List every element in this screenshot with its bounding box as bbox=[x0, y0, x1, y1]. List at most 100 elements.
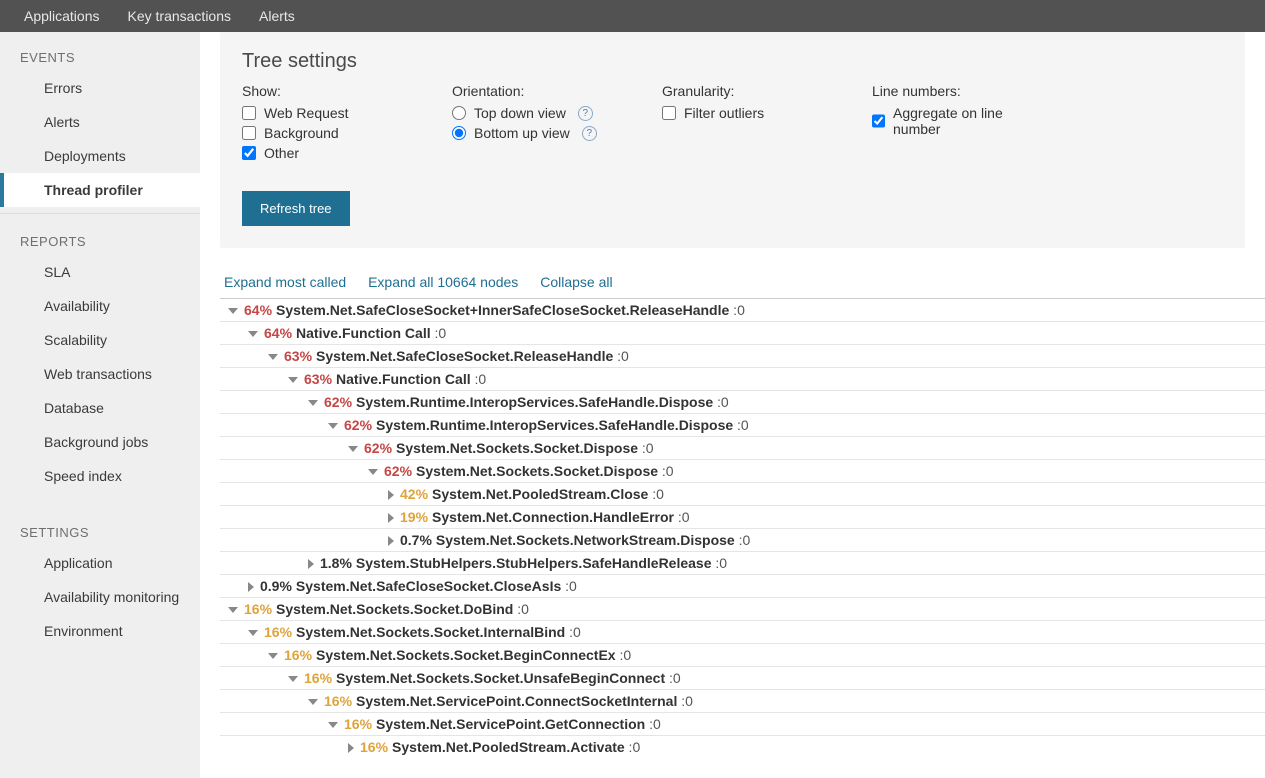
tree-row[interactable]: 16%System.Net.Sockets.Socket.InternalBin… bbox=[220, 620, 1265, 643]
sidebar-item-background-jobs[interactable]: Background jobs bbox=[0, 425, 200, 459]
filter-outliers-checkbox[interactable] bbox=[662, 106, 676, 120]
tree-row[interactable]: 16%System.Net.PooledStream.Activate :0 bbox=[220, 735, 1265, 758]
show-option-background[interactable]: Background bbox=[242, 125, 392, 141]
show-option-other[interactable]: Other bbox=[242, 145, 392, 161]
collapse-icon[interactable] bbox=[368, 469, 378, 475]
tree-row[interactable]: 64%Native.Function Call :0 bbox=[220, 321, 1265, 344]
orientation-option-top-down-view[interactable]: Top down view? bbox=[452, 105, 602, 121]
refresh-tree-button[interactable]: Refresh tree bbox=[242, 191, 350, 226]
show-checkbox[interactable] bbox=[242, 126, 256, 140]
tree-row[interactable]: 16%System.Net.Sockets.Socket.BeginConnec… bbox=[220, 643, 1265, 666]
help-icon[interactable]: ? bbox=[582, 126, 597, 141]
sidebar-item-deployments[interactable]: Deployments bbox=[0, 139, 200, 173]
tree-row[interactable]: 63%System.Net.SafeCloseSocket.ReleaseHan… bbox=[220, 344, 1265, 367]
tree-node-suffix: :0 bbox=[733, 417, 749, 433]
help-icon[interactable]: ? bbox=[578, 106, 593, 121]
orientation-radio[interactable] bbox=[452, 106, 466, 120]
expand-all-link[interactable]: Expand all 10664 nodes bbox=[368, 274, 518, 290]
expand-icon[interactable] bbox=[388, 490, 394, 500]
collapse-icon[interactable] bbox=[288, 377, 298, 383]
collapse-icon[interactable] bbox=[288, 676, 298, 682]
tree-row[interactable]: 16%System.Net.ServicePoint.GetConnection… bbox=[220, 712, 1265, 735]
orientation-radio[interactable] bbox=[452, 126, 466, 140]
tree-node-name: Native.Function Call bbox=[336, 371, 471, 387]
tree-row[interactable]: 19%System.Net.Connection.HandleError :0 bbox=[220, 505, 1265, 528]
topnav-item-alerts[interactable]: Alerts bbox=[245, 0, 309, 32]
collapse-icon[interactable] bbox=[268, 354, 278, 360]
sidebar-item-database[interactable]: Database bbox=[0, 391, 200, 425]
sidebar-item-availability-monitoring[interactable]: Availability monitoring bbox=[0, 580, 200, 614]
tree-node-name: Native.Function Call bbox=[296, 325, 431, 341]
expand-icon[interactable] bbox=[248, 582, 254, 592]
sidebar-item-speed-index[interactable]: Speed index bbox=[0, 459, 200, 493]
sidebar-item-scalability[interactable]: Scalability bbox=[0, 323, 200, 357]
tree-row[interactable]: 62%System.Net.Sockets.Socket.Dispose :0 bbox=[220, 459, 1265, 482]
orientation-option-text: Bottom up view bbox=[474, 125, 570, 141]
orientation-option-bottom-up-view[interactable]: Bottom up view? bbox=[452, 125, 602, 141]
collapse-icon[interactable] bbox=[248, 331, 258, 337]
tree-node-name: System.Net.ServicePoint.ConnectSocketInt… bbox=[356, 693, 677, 709]
sidebar-item-environment[interactable]: Environment bbox=[0, 614, 200, 648]
tree-row[interactable]: 1.8%System.StubHelpers.StubHelpers.SafeH… bbox=[220, 551, 1265, 574]
tree-row[interactable]: 16%System.Net.Sockets.Socket.UnsafeBegin… bbox=[220, 666, 1265, 689]
aggregate-line-checkbox[interactable] bbox=[872, 114, 885, 128]
tree-percent: 16% bbox=[244, 601, 272, 617]
collapse-icon[interactable] bbox=[228, 308, 238, 314]
tree-row[interactable]: 63%Native.Function Call :0 bbox=[220, 367, 1265, 390]
collapse-icon[interactable] bbox=[248, 630, 258, 636]
collapse-icon[interactable] bbox=[348, 446, 358, 452]
tree-node-name: System.Net.Sockets.Socket.Dispose bbox=[416, 463, 658, 479]
sidebar-item-alerts[interactable]: Alerts bbox=[0, 105, 200, 139]
sidebar-item-thread-profiler[interactable]: Thread profiler bbox=[0, 173, 200, 207]
show-option-web-request[interactable]: Web Request bbox=[242, 105, 392, 121]
tree-node-name: System.Net.Sockets.Socket.DoBind bbox=[276, 601, 513, 617]
tree-percent: 42% bbox=[400, 486, 428, 502]
tree-node-suffix: :0 bbox=[712, 555, 728, 571]
line-numbers-label: Line numbers: bbox=[872, 83, 1032, 99]
tree-row[interactable]: 16%System.Net.Sockets.Socket.DoBind :0 bbox=[220, 597, 1265, 620]
show-checkbox[interactable] bbox=[242, 146, 256, 160]
tree-percent: 16% bbox=[304, 670, 332, 686]
tree-node-name: System.Net.Sockets.Socket.BeginConnectEx bbox=[316, 647, 616, 663]
sidebar-item-availability[interactable]: Availability bbox=[0, 289, 200, 323]
expand-icon[interactable] bbox=[388, 513, 394, 523]
tree-row[interactable]: 64%System.Net.SafeCloseSocket+InnerSafeC… bbox=[220, 298, 1265, 321]
tree-row[interactable]: 62%System.Runtime.InteropServices.SafeHa… bbox=[220, 390, 1265, 413]
aggregate-line-option[interactable]: Aggregate on line number bbox=[872, 105, 1032, 137]
tree-row[interactable]: 0.7%System.Net.Sockets.NetworkStream.Dis… bbox=[220, 528, 1265, 551]
tree-node-suffix: :0 bbox=[616, 647, 632, 663]
collapse-icon[interactable] bbox=[328, 722, 338, 728]
sidebar-item-application[interactable]: Application bbox=[0, 546, 200, 580]
expand-icon[interactable] bbox=[348, 743, 354, 753]
sidebar-item-web-transactions[interactable]: Web transactions bbox=[0, 357, 200, 391]
tree-row[interactable]: 62%System.Net.Sockets.Socket.Dispose :0 bbox=[220, 436, 1265, 459]
granularity-label: Granularity: bbox=[662, 83, 812, 99]
collapse-icon[interactable] bbox=[328, 423, 338, 429]
collapse-icon[interactable] bbox=[308, 400, 318, 406]
tree-node-suffix: :0 bbox=[513, 601, 529, 617]
show-checkbox[interactable] bbox=[242, 106, 256, 120]
expand-icon[interactable] bbox=[388, 536, 394, 546]
filter-outliers-text: Filter outliers bbox=[684, 105, 764, 121]
tree-node-suffix: :0 bbox=[735, 532, 751, 548]
tree-node-name: System.Runtime.InteropServices.SafeHandl… bbox=[356, 394, 713, 410]
tree-node-suffix: :0 bbox=[471, 371, 487, 387]
collapse-icon[interactable] bbox=[308, 699, 318, 705]
collapse-icon[interactable] bbox=[268, 653, 278, 659]
tree-row[interactable]: 62%System.Runtime.InteropServices.SafeHa… bbox=[220, 413, 1265, 436]
tree-node-name: System.Net.Connection.HandleError bbox=[432, 509, 674, 525]
expand-icon[interactable] bbox=[308, 559, 314, 569]
tree-node-suffix: :0 bbox=[613, 348, 629, 364]
tree-row[interactable]: 42%System.Net.PooledStream.Close :0 bbox=[220, 482, 1265, 505]
topnav-item-applications[interactable]: Applications bbox=[10, 0, 114, 32]
expand-most-called-link[interactable]: Expand most called bbox=[224, 274, 346, 290]
sidebar-item-sla[interactable]: SLA bbox=[0, 255, 200, 289]
tree-row[interactable]: 0.9%System.Net.SafeCloseSocket.CloseAsIs… bbox=[220, 574, 1265, 597]
sidebar-item-errors[interactable]: Errors bbox=[0, 71, 200, 105]
tree-row[interactable]: 16%System.Net.ServicePoint.ConnectSocket… bbox=[220, 689, 1265, 712]
tree-node-name: System.Net.Sockets.Socket.UnsafeBeginCon… bbox=[336, 670, 665, 686]
collapse-all-link[interactable]: Collapse all bbox=[540, 274, 612, 290]
topnav-item-key-transactions[interactable]: Key transactions bbox=[114, 0, 246, 32]
collapse-icon[interactable] bbox=[228, 607, 238, 613]
filter-outliers-option[interactable]: Filter outliers bbox=[662, 105, 812, 121]
